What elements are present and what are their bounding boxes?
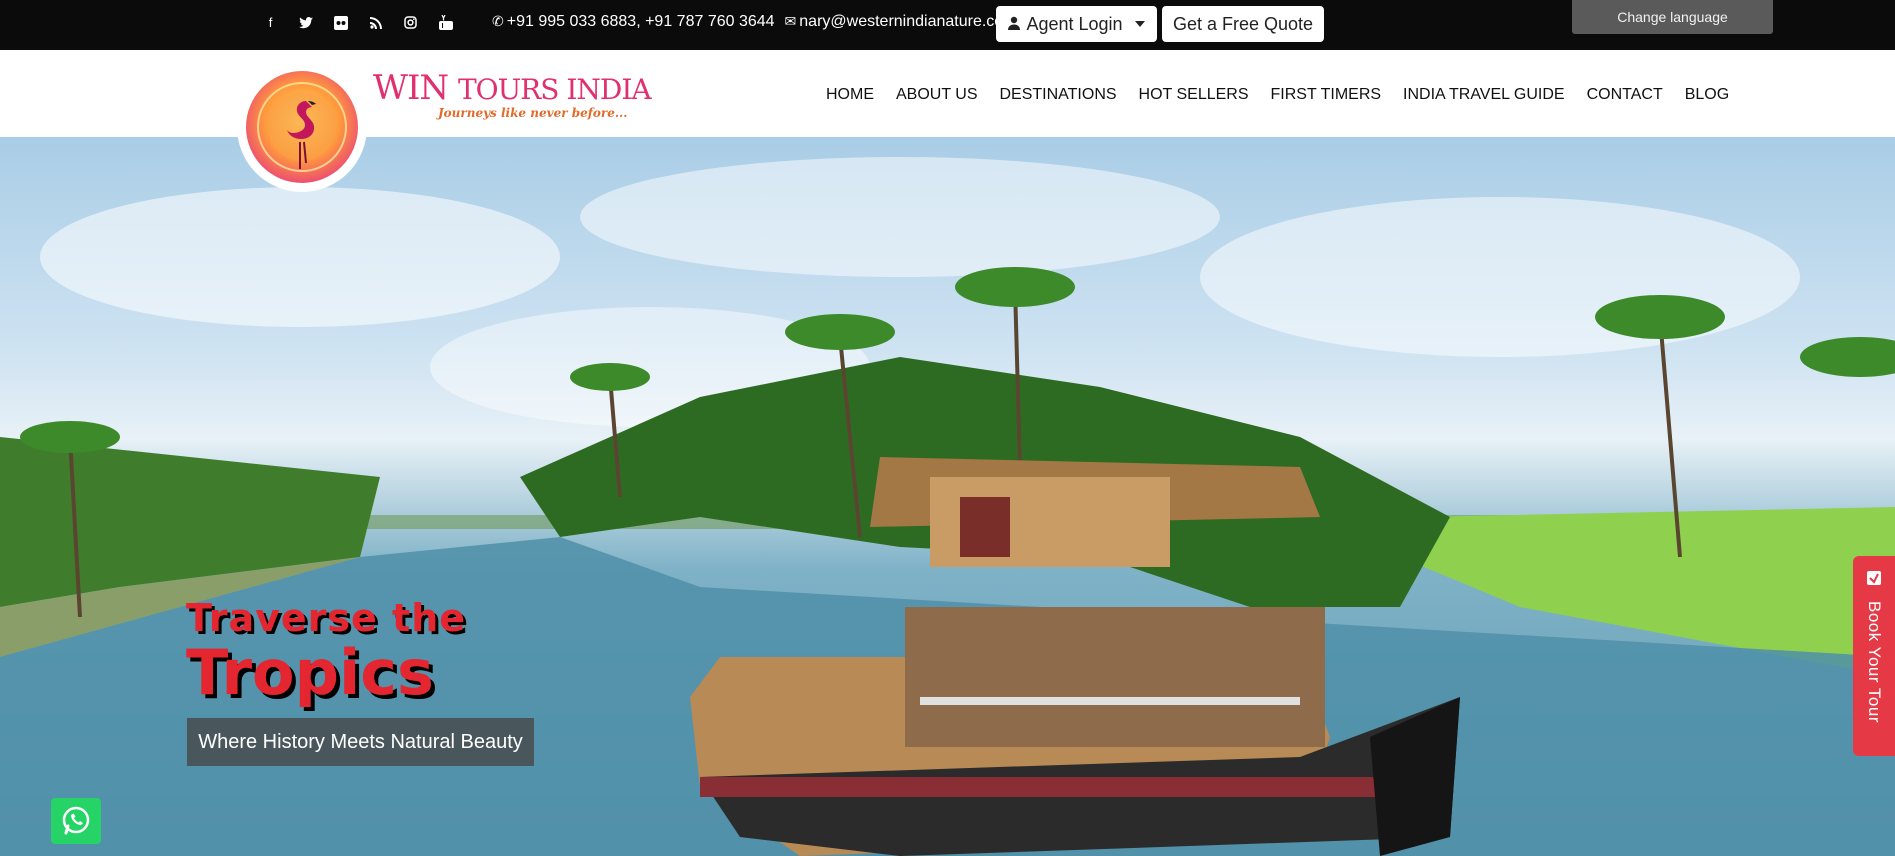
nav-india-travel-guide[interactable]: INDIA TRAVEL GUIDE: [1403, 86, 1565, 104]
nav-contact[interactable]: CONTACT: [1587, 86, 1663, 104]
caret-down-icon: [1134, 21, 1145, 27]
book-your-tour-tab[interactable]: Book Your Tour: [1853, 556, 1895, 756]
hero-subtitle: Where History Meets Natural Beauty: [187, 718, 534, 766]
change-language-button[interactable]: Change language: [1572, 0, 1773, 34]
flickr-icon[interactable]: [332, 14, 349, 31]
envelope-icon: ✉: [784, 13, 797, 29]
nav-hot-sellers[interactable]: HOT SELLERS: [1139, 86, 1249, 104]
phone-link[interactable]: ✆ +91 995 033 6883, +91 787 760 3644: [492, 13, 775, 31]
book-icon: [1866, 570, 1882, 591]
social-links: f: [262, 14, 454, 31]
book-your-tour-label: Book Your Tour: [1865, 601, 1884, 723]
hero-headline-line2: Tropics: [186, 636, 434, 709]
brand-name: WIN TOURS INDIA: [373, 68, 652, 108]
nav-blog[interactable]: BLOG: [1685, 86, 1729, 104]
top-bar: f ✆ +91 995 033 6883, +91 787 760 3644 ✉ n…: [0, 0, 1895, 50]
whatsapp-small-icon: ✆: [492, 13, 504, 29]
email-link[interactable]: ✉ nary@westernindianature.com: [785, 13, 1017, 31]
agent-login-label: Agent Login: [1026, 13, 1123, 34]
hero-headline: Traverse the Tropics: [186, 598, 466, 704]
whatsapp-chat-button[interactable]: [51, 798, 101, 844]
instagram-icon[interactable]: [402, 14, 419, 31]
facebook-icon[interactable]: f: [262, 14, 279, 31]
youtube-icon[interactable]: [437, 14, 454, 31]
twitter-icon[interactable]: [297, 14, 314, 31]
whatsapp-icon: [62, 806, 90, 835]
contact-info: ✆ +91 995 033 6883, +91 787 760 3644 ✉ nar…: [492, 13, 1017, 31]
nav-home[interactable]: HOME: [826, 86, 874, 104]
nav-first-timers[interactable]: FIRST TIMERS: [1271, 86, 1382, 104]
nav-about-us[interactable]: ABOUT US: [896, 86, 978, 104]
brand-wordmark[interactable]: WIN TOURS INDIA Journeys like never befo…: [373, 68, 652, 120]
agent-login-dropdown[interactable]: Agent Login: [996, 6, 1157, 42]
free-quote-button[interactable]: Get a Free Quote: [1162, 6, 1324, 42]
user-icon: [1008, 14, 1021, 35]
brand-logo[interactable]: [237, 62, 367, 192]
main-menu: HOME ABOUT US DESTINATIONS HOT SELLERS F…: [826, 86, 1729, 104]
flamingo-logo-icon: [246, 71, 358, 183]
rss-icon[interactable]: [367, 14, 384, 31]
brand-tagline: Journeys like never before...: [438, 106, 628, 120]
hero-headline-line1: Traverse the: [186, 596, 467, 640]
nav-destinations[interactable]: DESTINATIONS: [1000, 86, 1117, 104]
